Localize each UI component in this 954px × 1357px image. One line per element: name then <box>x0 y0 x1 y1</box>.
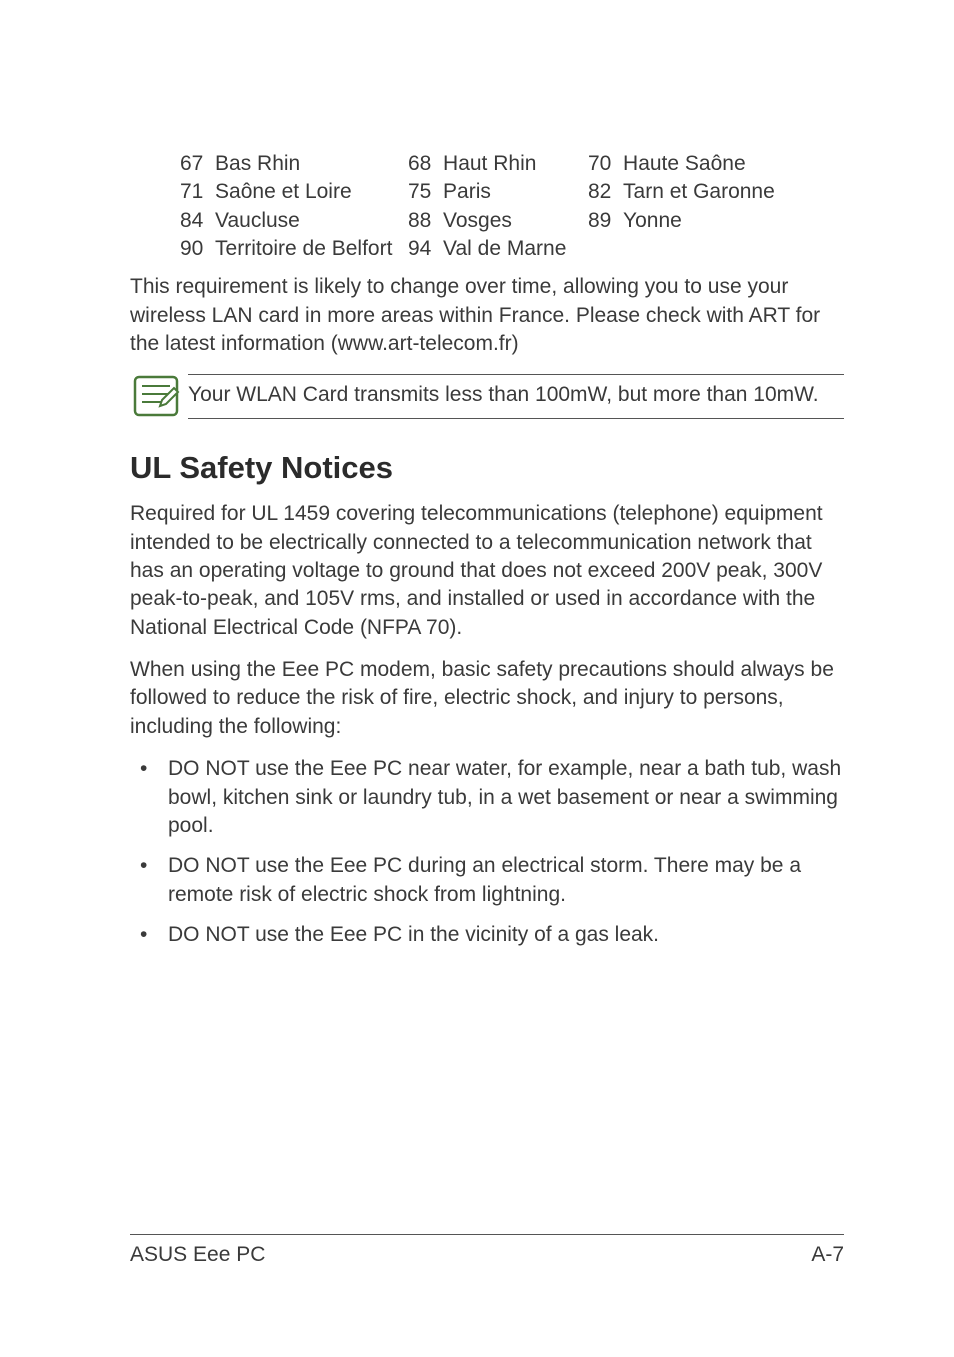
section-heading: UL Safety Notices <box>130 450 844 486</box>
dept-cell: 71 Saône et Loire <box>180 178 408 206</box>
paragraph: When using the Eee PC modem, basic safet… <box>130 656 844 741</box>
dept-cell: 94 Val de Marne <box>408 235 588 263</box>
note-icon <box>132 372 180 420</box>
department-table: 67 Bas Rhin 68 Haut Rhin 70 Haute Saône … <box>180 150 844 263</box>
dept-cell: 82 Tarn et Garonne <box>588 178 775 206</box>
note-callout: Your WLAN Card transmits less than 100mW… <box>130 372 844 420</box>
list-item: DO NOT use the Eee PC during an electric… <box>130 852 844 909</box>
dept-cell: 88 Vosges <box>408 207 588 235</box>
bullet-list: DO NOT use the Eee PC near water, for ex… <box>130 755 844 949</box>
dept-cell: 67 Bas Rhin <box>180 150 408 178</box>
dept-cell: 90 Territoire de Belfort <box>180 235 408 263</box>
note-text: Your WLAN Card transmits less than 100mW… <box>188 381 844 409</box>
dept-cell: 89 Yonne <box>588 207 682 235</box>
dept-cell: 75 Paris <box>408 178 588 206</box>
page-footer: ASUS Eee PC A-7 <box>130 1234 844 1267</box>
dept-cell: 68 Haut Rhin <box>408 150 588 178</box>
dept-cell: 70 Haute Saône <box>588 150 746 178</box>
list-item: DO NOT use the Eee PC in the vicinity of… <box>130 921 844 949</box>
list-item: DO NOT use the Eee PC near water, for ex… <box>130 755 844 840</box>
footer-right: A-7 <box>811 1243 844 1267</box>
dept-cell: 84 Vaucluse <box>180 207 408 235</box>
footer-left: ASUS Eee PC <box>130 1243 265 1267</box>
paragraph: This requirement is likely to change ove… <box>130 273 844 358</box>
paragraph: Required for UL 1459 covering telecommun… <box>130 500 844 642</box>
